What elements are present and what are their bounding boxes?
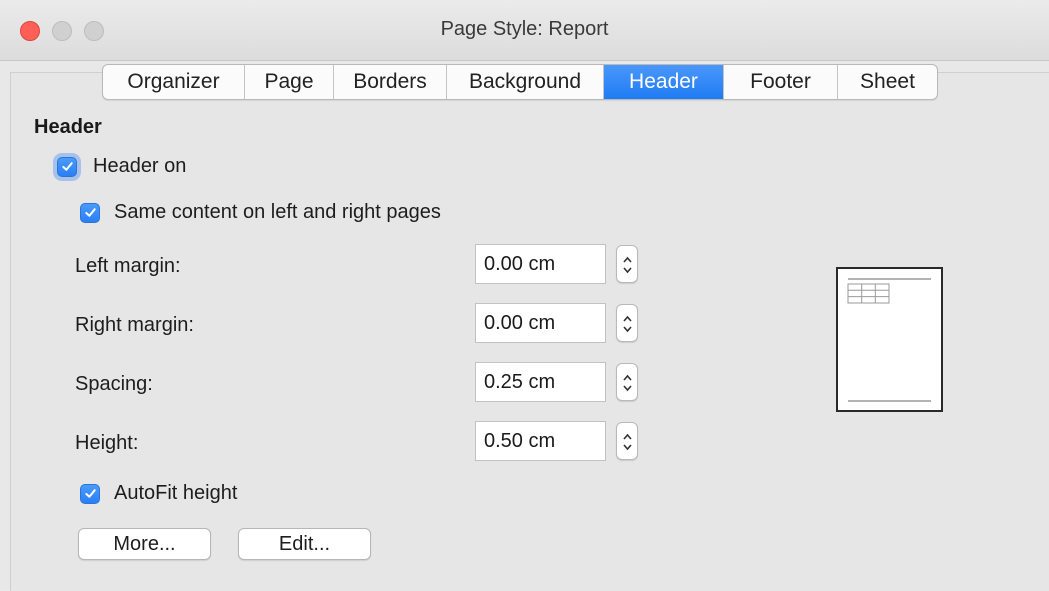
- window-title: Page Style: Report: [440, 18, 609, 40]
- right-margin-label: Right margin:: [75, 314, 194, 336]
- left-margin-stepper[interactable]: [616, 245, 638, 283]
- section-title-header: Header: [34, 116, 102, 138]
- height-stepper[interactable]: [616, 422, 638, 460]
- header-on-label: Header on: [93, 155, 187, 177]
- edit-button[interactable]: Edit...: [238, 528, 371, 560]
- tab-header[interactable]: Header: [604, 65, 724, 99]
- spacing-stepper[interactable]: [616, 363, 638, 401]
- title-bar: Page Style: Report: [0, 0, 1049, 61]
- height-label: Height:: [75, 432, 139, 454]
- same-content-checkbox[interactable]: [80, 202, 100, 223]
- tab-page[interactable]: Page: [245, 65, 334, 99]
- header-on-checkbox[interactable]: [57, 156, 77, 177]
- check-icon: [84, 489, 96, 498]
- check-icon: [61, 162, 73, 171]
- left-margin-field[interactable]: [475, 244, 606, 284]
- height-field[interactable]: [475, 421, 606, 461]
- spinner-arrows-icon: [623, 256, 632, 274]
- tab-footer[interactable]: Footer: [724, 65, 838, 99]
- header-on-row: Header on: [57, 155, 186, 178]
- page-preview-graphic: [847, 278, 931, 402]
- same-content-label: Same content on left and right pages: [114, 201, 441, 223]
- table-icon: [847, 283, 890, 304]
- tab-sheet[interactable]: Sheet: [838, 65, 937, 99]
- same-content-row: Same content on left and right pages: [80, 201, 441, 224]
- autofit-row: AutoFit height: [80, 482, 237, 505]
- tab-borders[interactable]: Borders: [334, 65, 447, 99]
- check-icon: [84, 208, 96, 217]
- left-margin-label: Left margin:: [75, 255, 181, 277]
- autofit-height-label: AutoFit height: [114, 482, 238, 504]
- tab-background[interactable]: Background: [447, 65, 604, 99]
- page-preview: [836, 267, 943, 412]
- page-style-dialog: Page Style: Report Organizer Page Border…: [0, 0, 1049, 591]
- more-button[interactable]: More...: [78, 528, 211, 560]
- right-margin-stepper[interactable]: [616, 304, 638, 342]
- autofit-height-checkbox[interactable]: [80, 483, 100, 504]
- tab-organizer[interactable]: Organizer: [103, 65, 245, 99]
- tab-bar: Organizer Page Borders Background Header…: [102, 64, 938, 100]
- spinner-arrows-icon: [623, 315, 632, 333]
- spacing-label: Spacing:: [75, 373, 153, 395]
- spinner-arrows-icon: [623, 374, 632, 392]
- spinner-arrows-icon: [623, 433, 632, 451]
- spacing-field[interactable]: [475, 362, 606, 402]
- right-margin-field[interactable]: [475, 303, 606, 343]
